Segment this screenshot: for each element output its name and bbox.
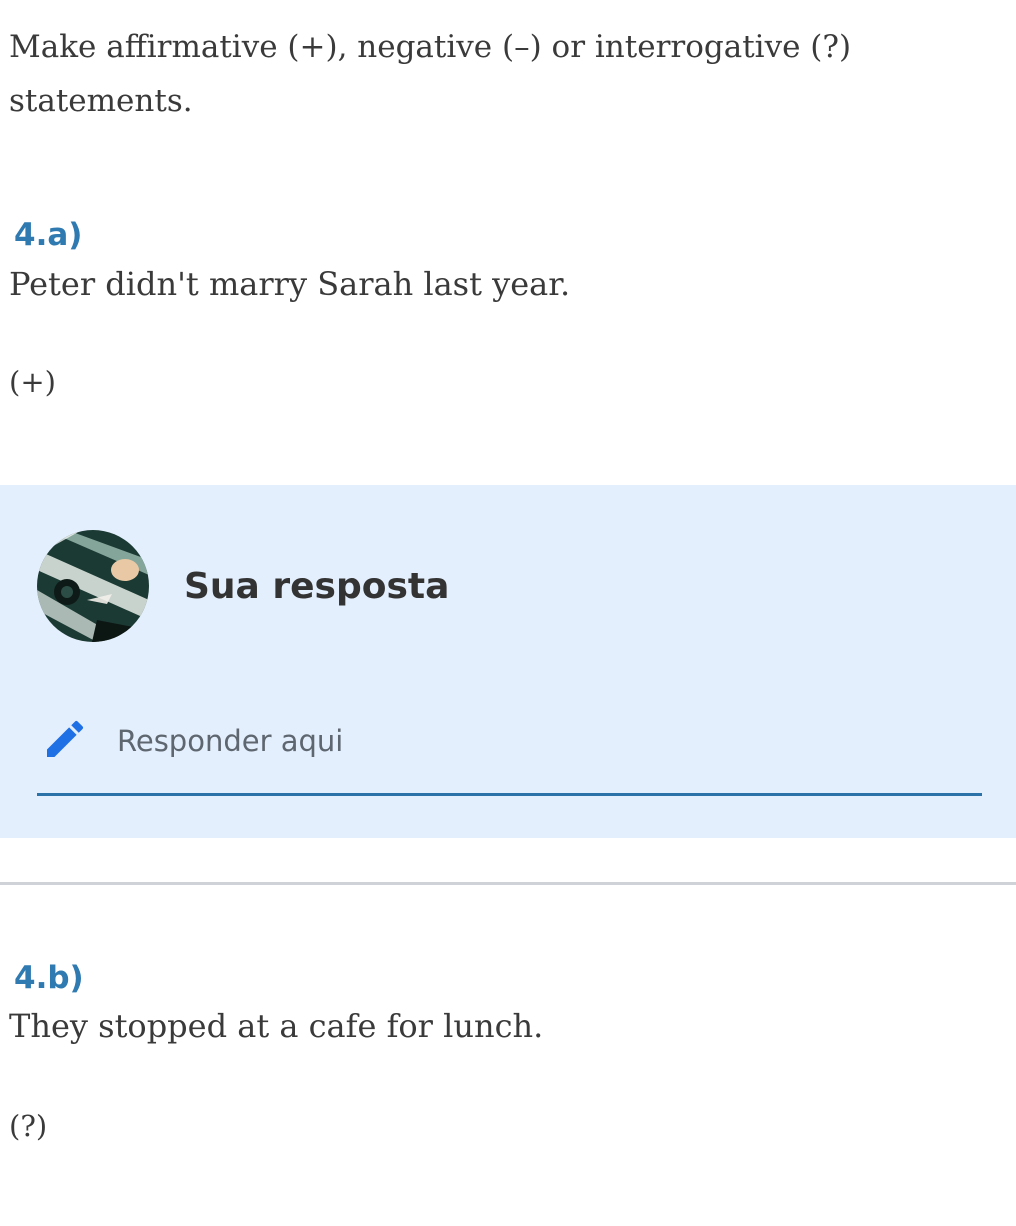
answer-input[interactable] — [117, 721, 937, 761]
answer-panel: Sua resposta — [0, 485, 1016, 838]
question-sentence: They stopped at a cafe for lunch. — [9, 1007, 544, 1045]
question-number: 4.b) — [14, 960, 84, 996]
avatar — [37, 530, 149, 642]
question-mode: (?) — [9, 1109, 48, 1143]
question-number: 4.a) — [14, 217, 83, 253]
question-sentence: Peter didn't marry Sarah last year. — [9, 265, 571, 303]
answer-field[interactable] — [37, 713, 982, 796]
exercise-page: Make affirmative (+), negative (–) or in… — [0, 0, 1016, 1226]
answer-title: Sua resposta — [184, 566, 450, 607]
pencil-icon — [47, 720, 84, 757]
question-mode: (+) — [9, 365, 56, 399]
divider — [0, 882, 1016, 885]
instructions-text: Make affirmative (+), negative (–) or in… — [9, 29, 852, 119]
